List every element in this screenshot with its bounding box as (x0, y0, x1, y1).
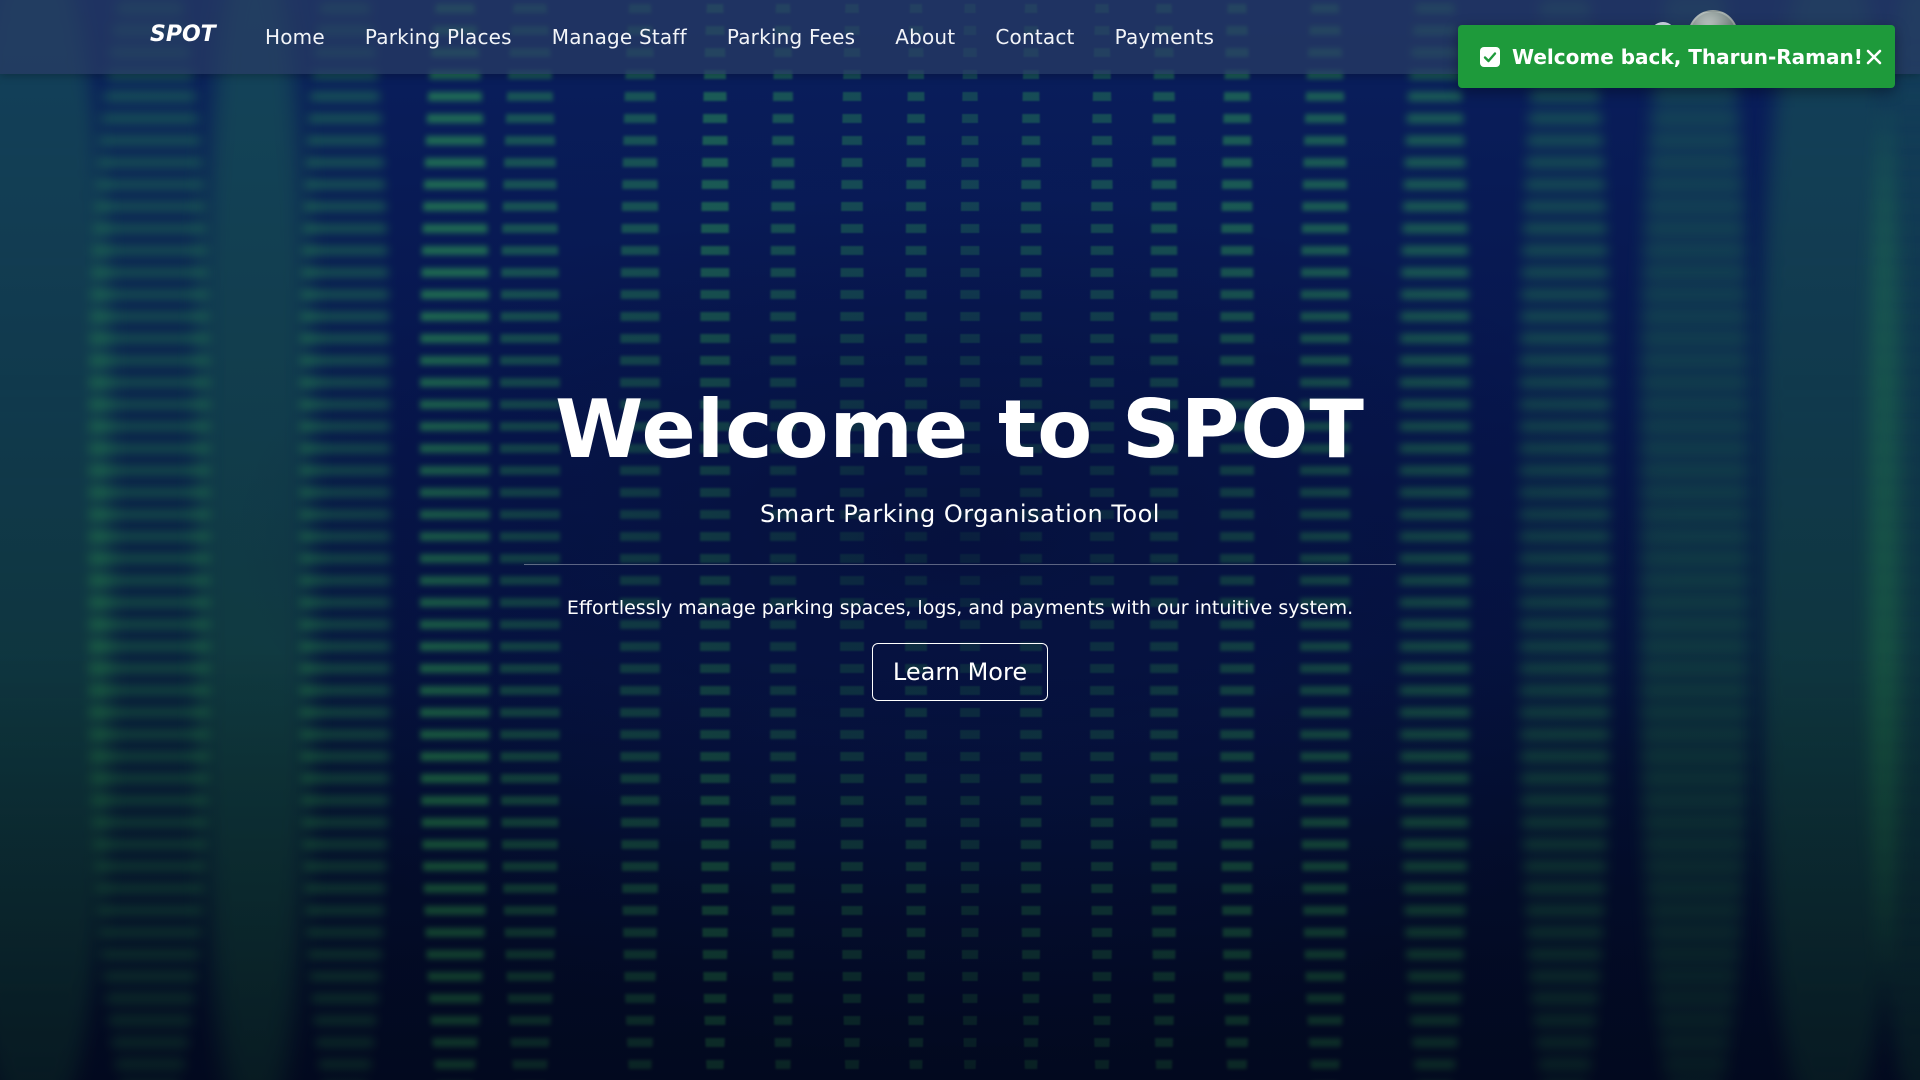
check-icon (1480, 46, 1500, 67)
nav-link-manage-staff[interactable]: Manage Staff (552, 25, 687, 49)
nav-link-parking-fees[interactable]: Parking Fees (727, 25, 855, 49)
page: SPOT Home Parking Places Manage Staff Pa… (0, 0, 1920, 1080)
welcome-toast: Welcome back, Tharun-Raman! (1458, 25, 1895, 88)
learn-more-button[interactable]: Learn More (871, 643, 1049, 701)
hero-subtitle: Smart Parking Organisation Tool (760, 500, 1160, 528)
hero-title: Welcome to SPOT (555, 383, 1365, 476)
brand-text: SPOT (150, 22, 216, 47)
toast-message: Welcome back, Tharun-Raman! (1512, 44, 1863, 69)
hero-divider (524, 564, 1396, 565)
nav-links: Home Parking Places Manage Staff Parking… (265, 0, 1254, 74)
close-icon[interactable] (1863, 46, 1885, 68)
nav-link-home[interactable]: Home (265, 25, 325, 49)
nav-link-contact[interactable]: Contact (995, 25, 1074, 49)
brand-logo[interactable]: SPOT (150, 22, 216, 47)
nav-link-about[interactable]: About (895, 25, 955, 49)
hero: Welcome to SPOT Smart Parking Organisati… (0, 370, 1920, 701)
nav-link-payments[interactable]: Payments (1115, 25, 1215, 49)
nav-link-parking-places[interactable]: Parking Places (365, 25, 512, 49)
hero-lead: Effortlessly manage parking spaces, logs… (566, 597, 1354, 619)
